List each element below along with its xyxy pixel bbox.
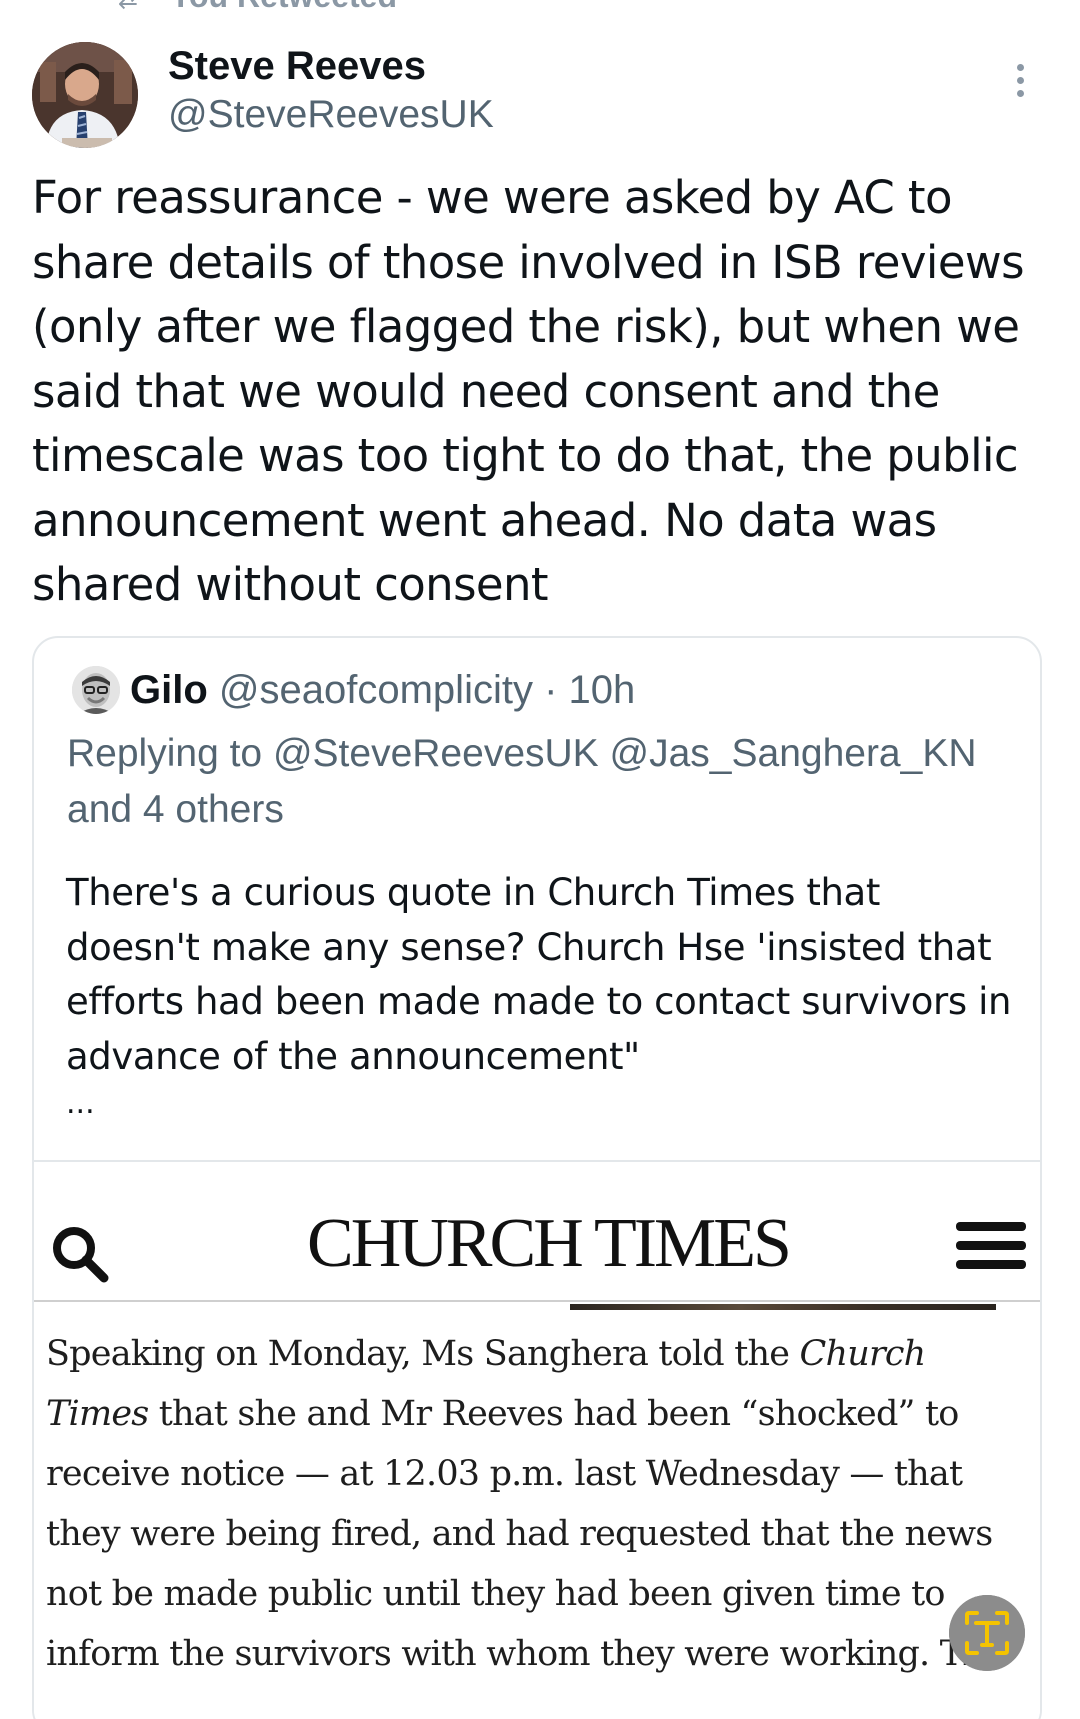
- quoted-tweet-text: There's a curious quote in Church Times …: [66, 871, 1012, 1078]
- text-recognition-icon[interactable]: [949, 1595, 1025, 1671]
- more-vertical-icon[interactable]: [1008, 64, 1032, 104]
- author-handle[interactable]: @SteveReevesUK: [168, 92, 494, 138]
- embedded-article-image[interactable]: CHURCH TIMES Speaking on Monday, Ms Sang…: [34, 1160, 1040, 1719]
- article-paragraph: Speaking on Monday, Ms Sanghera told the…: [46, 1324, 1026, 1684]
- article-text-part-2: that she and Mr Reeves had been “shocked…: [46, 1394, 1005, 1674]
- quoted-avatar-image: [72, 666, 120, 714]
- hamburger-menu-icon: [956, 1222, 1026, 1278]
- replying-to-line: Replying to @SteveReevesUK @Jas_Sanghera…: [67, 732, 977, 831]
- tweet-text: For reassurance - we were asked by AC to…: [32, 171, 1025, 611]
- quoted-handle[interactable]: @seaofcomplicity: [219, 668, 533, 712]
- quoted-timestamp[interactable]: 10h: [569, 668, 636, 712]
- quoted-separator: ·: [544, 668, 558, 712]
- article-text-part-1: Speaking on Monday, Ms Sanghera told the: [46, 1334, 800, 1374]
- author-avatar[interactable]: [32, 42, 138, 148]
- masthead-divider: [34, 1300, 1040, 1302]
- retweet-banner: ⇄ You Retweeted: [0, 0, 1080, 14]
- church-times-masthead: CHURCH TIMES: [307, 1205, 792, 1282]
- retweet-icon: ⇄: [118, 0, 139, 14]
- quoted-display-name[interactable]: Gilo: [130, 668, 208, 712]
- author-avatar-image: [32, 42, 138, 148]
- quoted-tweet-card[interactable]: Gilo @seaofcomplicity · 10h Replying to …: [32, 636, 1042, 1719]
- quoted-author-avatar[interactable]: [72, 666, 120, 714]
- quoted-ellipsis: ...: [66, 1086, 95, 1121]
- article-photo-edge: [570, 1304, 996, 1310]
- author-display-name[interactable]: Steve Reeves: [168, 42, 426, 90]
- quoted-header: Gilo @seaofcomplicity · 10h: [130, 666, 635, 714]
- retweet-banner-text: You Retweeted: [170, 0, 397, 14]
